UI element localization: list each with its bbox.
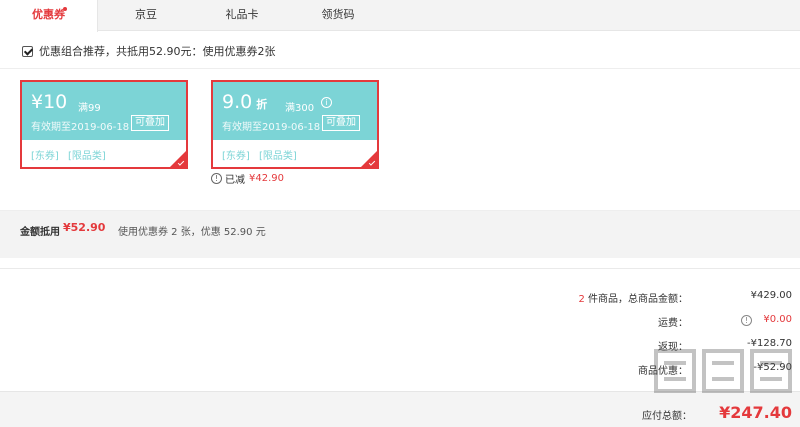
- shipping-value: ¥0.00: [763, 314, 792, 325]
- watermark-logo: [654, 349, 792, 393]
- summary-amount: ¥52.90: [63, 221, 106, 234]
- coupon-tags: [东券] [限品类]: [31, 147, 112, 162]
- info-icon[interactable]: !: [211, 173, 222, 184]
- tab-label: 领货码: [321, 8, 355, 21]
- coupon-tag: [东券]: [31, 151, 59, 162]
- reduced-label: 已减: [225, 175, 245, 186]
- coupon-face: 9.0 折 满300 i 有效期至2019-06-18 可叠加: [213, 82, 377, 140]
- tab-coupons[interactable]: 优惠券: [0, 0, 98, 32]
- goods-total-row: 2 件商品，总商品金额： ¥429.00: [540, 290, 792, 306]
- combo-checkbox[interactable]: [22, 45, 33, 57]
- tab-label: 京豆: [135, 8, 157, 21]
- tab-label: 礼品卡: [225, 8, 259, 21]
- combo-recommendation: 优惠组合推荐，共抵用52.90元：使用优惠券2张: [22, 43, 276, 59]
- goods-total-value: ¥429.00: [750, 290, 792, 301]
- coupon-validity: 有效期至2019-06-18: [31, 122, 130, 133]
- shipping-label: 运费：: [658, 318, 688, 329]
- summary-description: 使用优惠券 2 张，优惠 52.90 元: [118, 227, 266, 238]
- shipping-row: 运费： ! ¥0.00: [540, 314, 792, 330]
- coupon-tabs: 优惠券 京豆 礼品卡 领货码: [0, 0, 800, 32]
- notification-dot: [63, 7, 67, 11]
- divider: [0, 268, 800, 269]
- reduced-note: ! 已减 ¥42.90: [211, 171, 284, 186]
- coupon-card[interactable]: ¥10 满99 有效期至2019-06-18 可叠加 [东券] [限品类]: [20, 80, 188, 169]
- combo-text: 优惠组合推荐，共抵用52.90元：使用优惠券2张: [39, 45, 276, 58]
- tab-gift-card[interactable]: 礼品卡: [194, 0, 290, 31]
- info-icon[interactable]: !: [741, 315, 752, 326]
- coupon-amount: ¥10: [31, 91, 68, 113]
- tab-pickup-code[interactable]: 领货码: [290, 0, 386, 31]
- discount-summary: 金额抵用 ¥52.90 使用优惠券 2 张，优惠 52.90 元: [0, 210, 800, 258]
- coupon-amount: 9.0 折: [222, 91, 268, 113]
- coupon-condition: 满300: [285, 103, 315, 114]
- tab-jingdou[interactable]: 京豆: [98, 0, 194, 31]
- stackable-badge: 可叠加: [131, 115, 169, 131]
- coupon-tag: [限品类]: [259, 151, 297, 162]
- coupon-tag: [限品类]: [68, 151, 106, 162]
- coupon-card[interactable]: 9.0 折 满300 i 有效期至2019-06-18 可叠加 [东券] [限品类…: [211, 80, 379, 169]
- coupon-tags: [东券] [限品类]: [222, 147, 303, 162]
- summary-label: 金额抵用: [20, 227, 60, 238]
- coupon-tag: [东券]: [222, 151, 250, 162]
- goods-total-label: 2 件商品，总商品金额：: [578, 294, 688, 305]
- coupon-unit: 折: [256, 98, 268, 111]
- tab-label: 优惠券: [32, 8, 65, 21]
- coupon-validity: 有效期至2019-06-18: [222, 122, 321, 133]
- divider: [0, 68, 800, 69]
- info-icon[interactable]: i: [321, 97, 332, 108]
- reduced-value: ¥42.90: [249, 173, 284, 184]
- coupon-condition: 满99: [78, 103, 101, 114]
- coupon-face: ¥10 满99 有效期至2019-06-18 可叠加: [22, 82, 186, 140]
- stackable-badge: 可叠加: [322, 115, 360, 131]
